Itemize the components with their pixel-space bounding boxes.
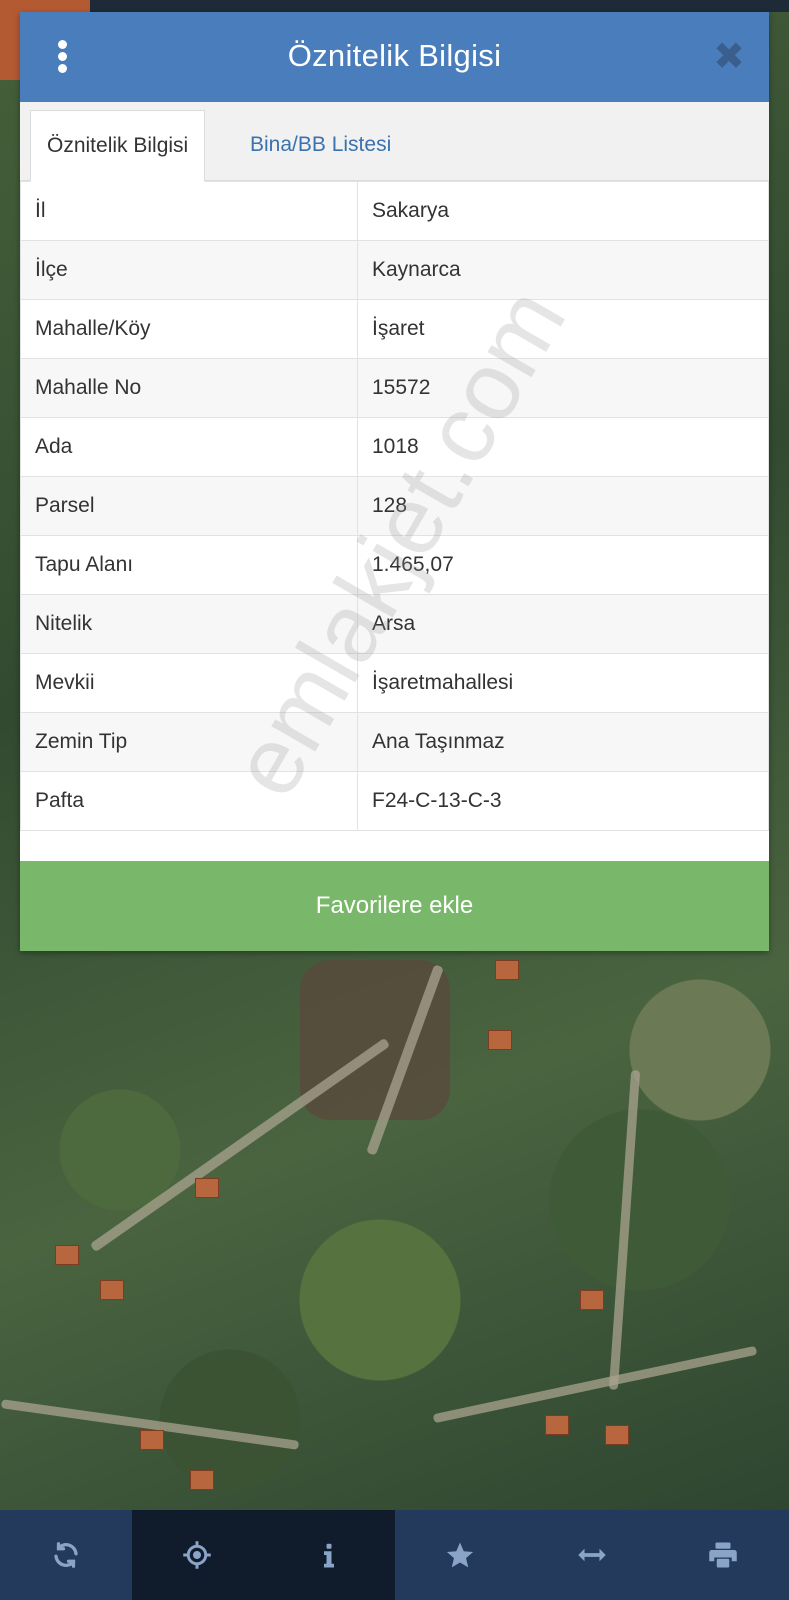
print-icon (709, 1542, 737, 1568)
attribute-key: İlçe (20, 240, 358, 300)
attribute-key: Zemin Tip (20, 712, 358, 772)
table-row: Mahalle No 15572 (20, 358, 769, 418)
table-row: Mevkii İşaretmahallesi (20, 653, 769, 713)
print-button[interactable] (657, 1510, 789, 1600)
table-row: Tapu Alanı 1.465,07 (20, 535, 769, 595)
tab-attribute-info[interactable]: Öznitelik Bilgisi (30, 110, 206, 182)
map-road (432, 1345, 758, 1424)
attribute-value: 1.465,07 (357, 535, 769, 595)
table-row: Zemin Tip Ana Taşınmaz (20, 712, 769, 772)
attribute-key: Tapu Alanı (20, 535, 358, 595)
attribute-value: Ana Taşınmaz (357, 712, 769, 772)
map-road (608, 1070, 641, 1390)
table-row: İlçe Kaynarca (20, 240, 769, 300)
close-icon[interactable]: ✖ (713, 38, 745, 76)
table-row: Mahalle/Köy İşaret (20, 299, 769, 359)
panel-title: Öznitelik Bilgisi (287, 38, 502, 73)
map-building (100, 1280, 124, 1300)
table-row: Nitelik Arsa (20, 594, 769, 654)
map-building (190, 1470, 214, 1490)
measure-button[interactable] (526, 1510, 658, 1600)
attribute-value: 128 (357, 476, 769, 536)
panel-header: Öznitelik Bilgisi ✖ (20, 12, 769, 102)
attribute-table: İl Sakarya İlçe Kaynarca Mahalle/Köy İşaret… (20, 181, 769, 831)
bottom-toolbar (0, 1510, 789, 1600)
measure-icon (578, 1548, 606, 1562)
map-building (545, 1415, 569, 1435)
attribute-key: Mevkii (20, 653, 358, 713)
attribute-key: Mahalle No (20, 358, 358, 418)
attribute-key: Pafta (20, 771, 358, 831)
attribute-key: Parsel (20, 476, 358, 536)
table-row: Parsel 128 (20, 476, 769, 536)
table-row: Ada 1018 (20, 417, 769, 477)
attribute-key: Mahalle/Köy (20, 299, 358, 359)
tab-building-list[interactable]: Bina/BB Listesi (234, 110, 407, 180)
attribute-value: Arsa (357, 594, 769, 654)
attribute-info-panel: Öznitelik Bilgisi ✖ Öznitelik Bilgisi Bi… (20, 12, 769, 951)
add-to-favorites-button[interactable]: Favorilere ekle (20, 861, 769, 951)
attribute-value: F24-C-13-C-3 (357, 771, 769, 831)
crosshair-icon (183, 1541, 211, 1569)
attribute-value: Sakarya (357, 181, 769, 241)
map-building (488, 1030, 512, 1050)
map-road (89, 1037, 391, 1253)
table-row: İl Sakarya (20, 181, 769, 241)
favorites-button[interactable] (394, 1510, 526, 1600)
map-building (605, 1425, 629, 1445)
table-row: Pafta F24-C-13-C-3 (20, 771, 769, 831)
attribute-value: İşaret (357, 299, 769, 359)
attribute-value: İşaretmahallesi (357, 653, 769, 713)
info-icon (323, 1543, 334, 1568)
map-building (580, 1290, 604, 1310)
refresh-icon (54, 1542, 78, 1568)
map-building (55, 1245, 79, 1265)
attribute-key: Ada (20, 417, 358, 477)
refresh-button[interactable] (0, 1510, 132, 1600)
info-button[interactable] (263, 1510, 395, 1600)
attribute-value: 15572 (357, 358, 769, 418)
map-building (140, 1430, 164, 1450)
tab-bar: Öznitelik Bilgisi Bina/BB Listesi (20, 102, 769, 182)
star-icon (447, 1542, 474, 1568)
map-top-bar (90, 0, 789, 12)
attribute-value: 1018 (357, 417, 769, 477)
map-building (195, 1178, 219, 1198)
locate-button[interactable] (131, 1510, 263, 1600)
attribute-key: Nitelik (20, 594, 358, 654)
map-building (495, 960, 519, 980)
attribute-value: Kaynarca (357, 240, 769, 300)
attribute-key: İl (20, 181, 358, 241)
